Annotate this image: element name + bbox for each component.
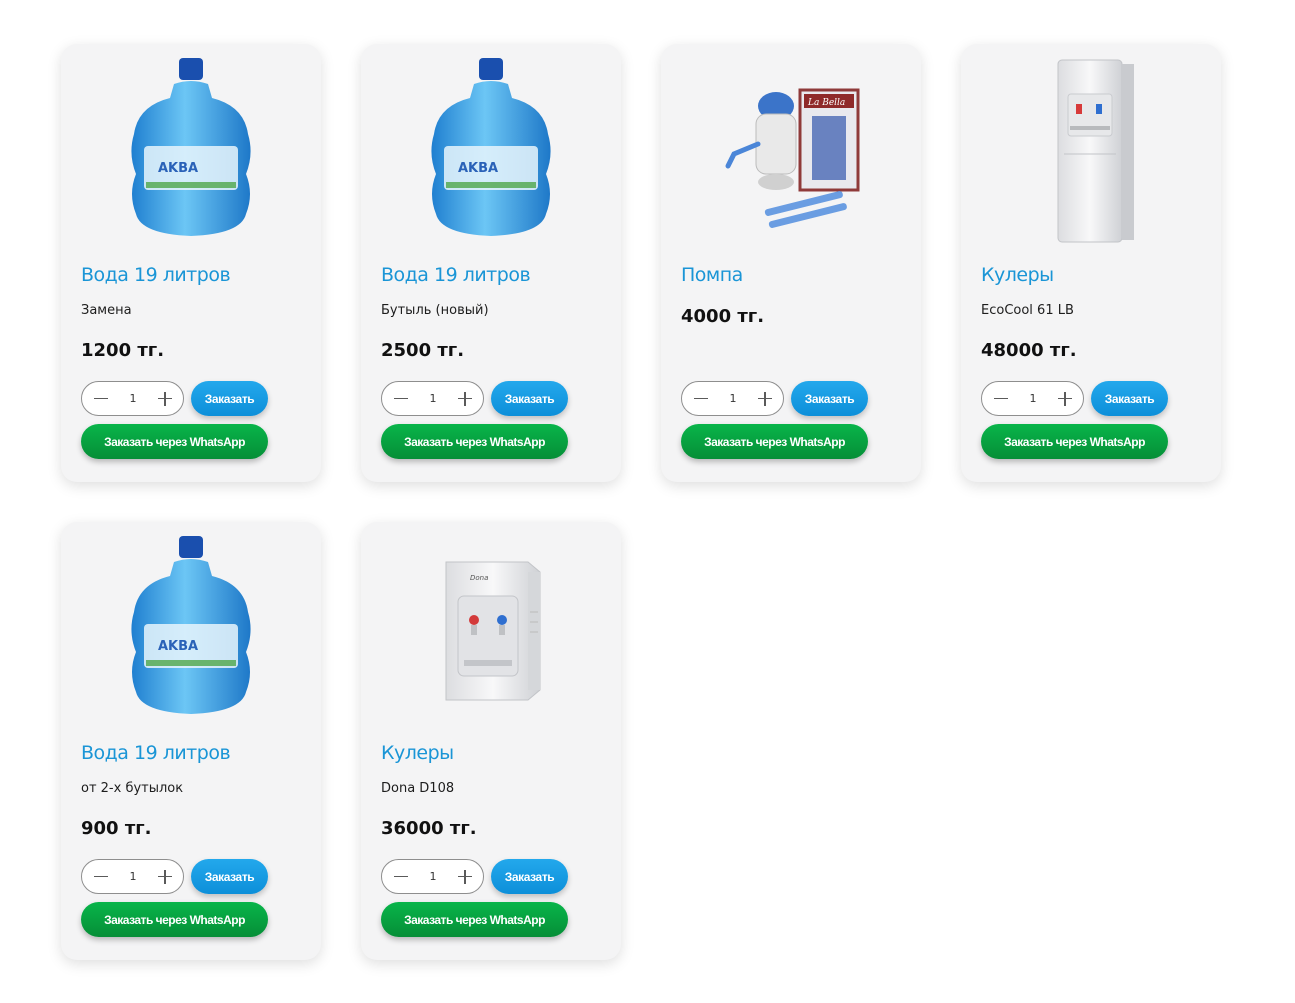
product-price: 1200 тг. (81, 340, 165, 361)
plus-icon[interactable] (156, 390, 174, 408)
whatsapp-order-button[interactable]: Заказать через WhatsApp (981, 424, 1168, 459)
minus-icon[interactable] (992, 390, 1010, 408)
product-price: 900 тг. (81, 818, 152, 839)
svg-text:Dona: Dona (470, 574, 488, 582)
quantity-stepper (81, 859, 184, 894)
product-title[interactable]: Кулеры (981, 264, 1054, 286)
product-title[interactable]: Вода 19 литров (81, 742, 231, 764)
svg-text:La Bella: La Bella (807, 98, 845, 108)
product-subtitle: EcoCool 61 LB (981, 303, 1074, 318)
product-price: 2500 тг. (381, 340, 465, 361)
quantity-stepper (981, 381, 1084, 416)
whatsapp-order-button[interactable]: Заказать через WhatsApp (681, 424, 868, 459)
whatsapp-order-button[interactable]: Заказать через WhatsApp (81, 902, 268, 937)
quantity-stepper (681, 381, 784, 416)
product-title[interactable]: Помпа (681, 264, 743, 286)
product-card: AKBA Вода 19 литров Замена 1200 тг. Зака… (61, 44, 321, 482)
product-subtitle: Dona D108 (381, 781, 455, 796)
svg-text:AKBA: AKBA (158, 639, 198, 654)
plus-icon[interactable] (456, 390, 474, 408)
quantity-stepper (381, 381, 484, 416)
plus-icon[interactable] (456, 868, 474, 886)
product-card: Dona Кулеры Dona D108 36000 тг. Заказать… (361, 522, 621, 960)
water-bottle-image[interactable]: AKBA (416, 54, 566, 244)
order-button[interactable]: Заказать (191, 859, 268, 894)
minus-icon[interactable] (392, 868, 410, 886)
product-price: 36000 тг. (381, 818, 477, 839)
product-card: Кулеры EcoCool 61 LB 48000 тг. Заказать … (961, 44, 1221, 482)
plus-icon[interactable] (1056, 390, 1074, 408)
whatsapp-order-button[interactable]: Заказать через WhatsApp (381, 424, 568, 459)
whatsapp-order-button[interactable]: Заказать через WhatsApp (381, 902, 568, 937)
water-bottle-image[interactable]: AKBA (116, 54, 266, 244)
product-card: AKBA Вода 19 литров Бутыль (новый) 2500 … (361, 44, 621, 482)
order-button[interactable]: Заказать (491, 381, 568, 416)
minus-icon[interactable] (92, 390, 110, 408)
water-bottle-image[interactable]: AKBA (116, 532, 266, 722)
product-subtitle: Бутыль (новый) (381, 303, 489, 318)
order-button[interactable]: Заказать (791, 381, 868, 416)
floor-cooler-image[interactable] (1016, 54, 1166, 244)
product-card: La Bella Помпа 4000 тг. Заказать Заказат… (661, 44, 921, 482)
whatsapp-order-button[interactable]: Заказать через WhatsApp (81, 424, 268, 459)
svg-text:AKBA: AKBA (458, 161, 498, 176)
hand-pump-image[interactable]: La Bella (716, 54, 866, 244)
quantity-input[interactable] (418, 392, 448, 405)
product-card: AKBA Вода 19 литров от 2-х бутылок 900 т… (61, 522, 321, 960)
svg-text:AKBA: AKBA (158, 161, 198, 176)
quantity-input[interactable] (118, 392, 148, 405)
quantity-input[interactable] (418, 870, 448, 883)
product-title[interactable]: Вода 19 литров (81, 264, 231, 286)
quantity-input[interactable] (718, 392, 748, 405)
product-price: 48000 тг. (981, 340, 1077, 361)
product-price: 4000 тг. (681, 306, 765, 327)
order-button[interactable]: Заказать (491, 859, 568, 894)
product-title[interactable]: Вода 19 литров (381, 264, 531, 286)
plus-icon[interactable] (756, 390, 774, 408)
order-button[interactable]: Заказать (191, 381, 268, 416)
tabletop-cooler-image[interactable]: Dona (416, 532, 566, 722)
quantity-input[interactable] (1018, 392, 1048, 405)
minus-icon[interactable] (92, 868, 110, 886)
quantity-stepper (381, 859, 484, 894)
plus-icon[interactable] (156, 868, 174, 886)
quantity-input[interactable] (118, 870, 148, 883)
minus-icon[interactable] (692, 390, 710, 408)
order-button[interactable]: Заказать (1091, 381, 1168, 416)
quantity-stepper (81, 381, 184, 416)
minus-icon[interactable] (392, 390, 410, 408)
product-title[interactable]: Кулеры (381, 742, 454, 764)
product-subtitle: от 2-х бутылок (81, 781, 184, 796)
product-subtitle: Замена (81, 303, 132, 318)
